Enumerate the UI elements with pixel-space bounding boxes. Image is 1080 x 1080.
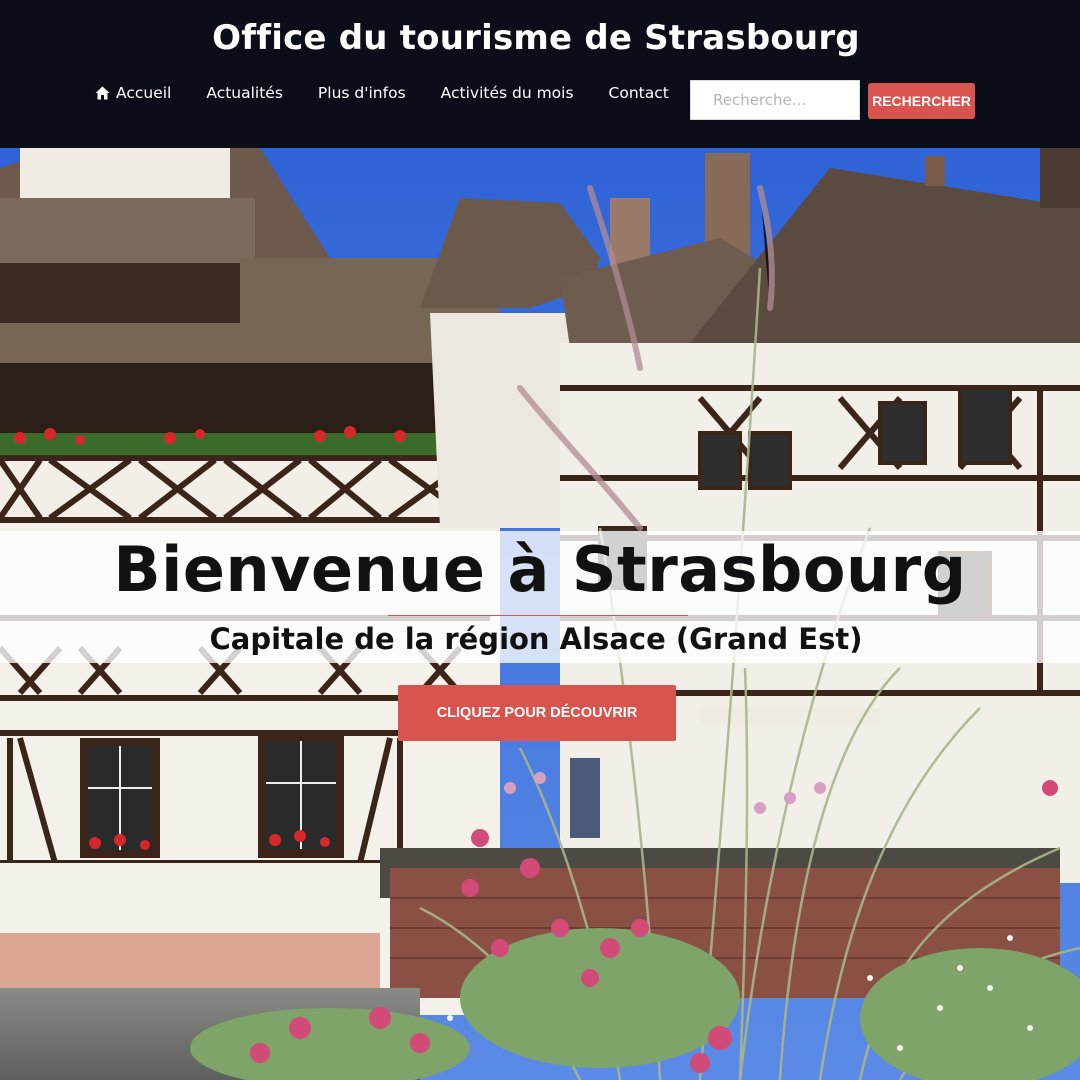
search-input[interactable]	[690, 80, 860, 120]
nav-item-accueil[interactable]: Accueil	[95, 84, 171, 102]
hero-title: Bienvenue à Strasbourg	[113, 533, 967, 606]
nav-item-label: Accueil	[116, 84, 172, 102]
discover-button[interactable]: CLIQUEZ POUR DÉCOUVRIR	[398, 685, 676, 741]
main-nav: Accueil Actualités Plus d'infos Activité…	[95, 82, 704, 104]
nav-item-contact[interactable]: Contact	[609, 84, 669, 102]
home-icon	[95, 86, 110, 100]
hero-subtitle: Capitale de la région Alsace (Grand Est)	[209, 622, 863, 656]
nav-item-activites-du-mois[interactable]: Activités du mois	[441, 84, 574, 102]
hero-divider	[388, 615, 688, 616]
site-title: Office du tourisme de Strasbourg	[212, 18, 860, 58]
search-button[interactable]: RECHERCHER	[868, 83, 975, 119]
nav-item-actualites[interactable]: Actualités	[206, 84, 283, 102]
site-header: Office du tourisme de Strasbourg Accueil…	[0, 0, 1080, 148]
nav-item-plus-dinfos[interactable]: Plus d'infos	[318, 84, 406, 102]
hero-section: Bienvenue à Strasbourg Capitale de la ré…	[0, 148, 1080, 1080]
